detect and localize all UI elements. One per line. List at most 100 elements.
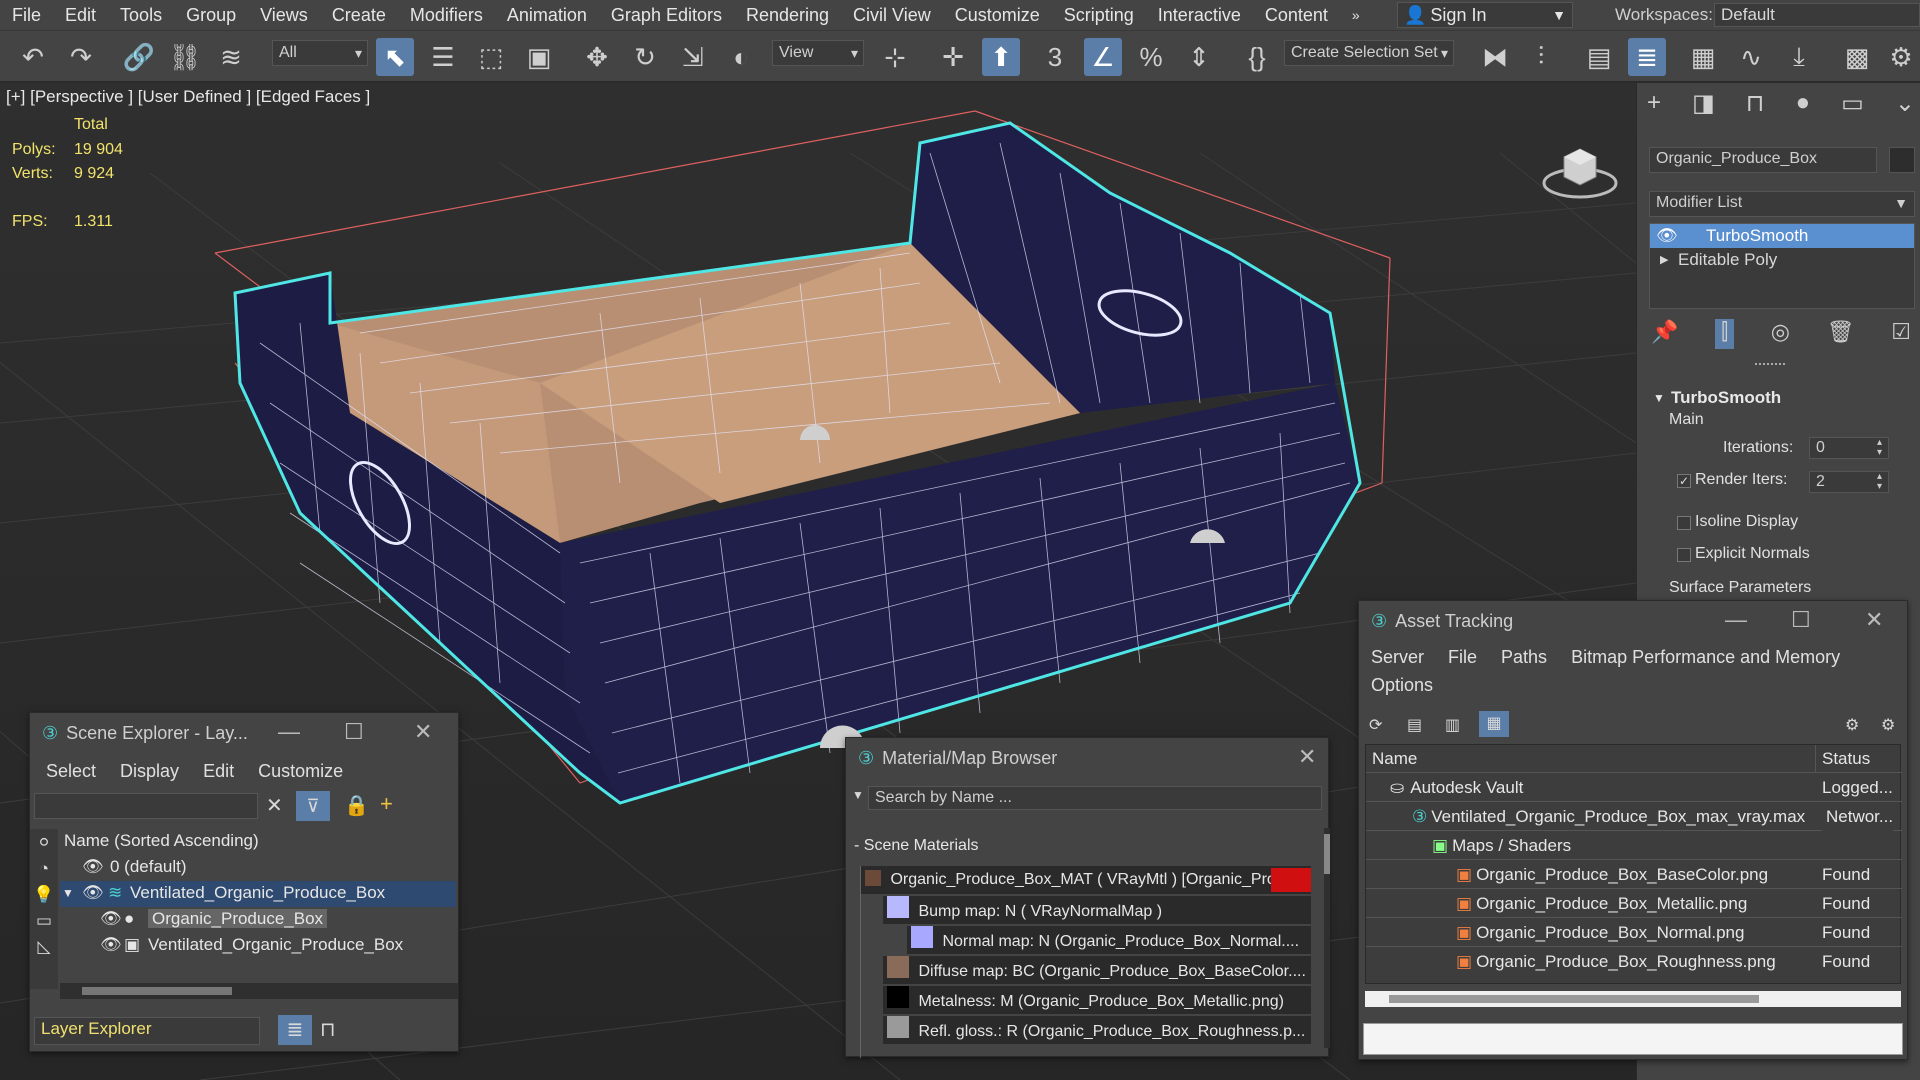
render-setup-icon[interactable]: ⚙ (1886, 38, 1916, 76)
render-iters-checkbox[interactable]: ✓ (1677, 474, 1691, 488)
display-lights-icon[interactable]: 💡 (30, 885, 58, 911)
scene-explorer-icon[interactable]: ▤ (1580, 38, 1618, 76)
filter-icon[interactable]: ⊽ (296, 791, 330, 821)
curve-editor-icon[interactable]: ∿ (1732, 38, 1770, 76)
material-browser-titlebar[interactable]: ③ Material/Map Browser ✕ (846, 738, 1328, 778)
se-column-header[interactable]: Name (Sorted Ascending) (64, 829, 259, 853)
undo-icon[interactable]: ↶ (14, 38, 52, 76)
at-menu-file[interactable]: File (1436, 643, 1489, 671)
lock-icon[interactable]: 🔒 (344, 793, 369, 818)
edit-named-sets-icon[interactable]: {} (1238, 38, 1276, 76)
minimize-icon[interactable]: — (1725, 601, 1747, 639)
menu-graph-editors[interactable]: Graph Editors (599, 0, 734, 30)
column-name-header[interactable]: Name (1366, 745, 1816, 773)
display-shapes-icon[interactable]: ◔ (30, 859, 58, 885)
hierarchy-tab-icon[interactable]: ⊓ (1746, 89, 1765, 125)
vault-connect-icon[interactable]: ⚙ (1845, 715, 1859, 735)
display-helpers-icon[interactable]: ◺ (30, 937, 58, 963)
rotate-icon[interactable]: ↻ (626, 38, 664, 76)
explorer-type-dropdown[interactable]: Layer Explorer (34, 1017, 260, 1045)
mirror-icon[interactable]: ⧓ (1476, 38, 1514, 76)
unlink-icon[interactable]: ⛓ (166, 38, 204, 76)
move-icon[interactable]: ✥ (578, 38, 616, 76)
se-horizontal-scrollbar[interactable] (60, 983, 458, 999)
material-editor-icon[interactable]: ▩ (1838, 38, 1876, 76)
configure-sets-icon[interactable]: ☑ (1891, 319, 1911, 349)
menu-animation[interactable]: Animation (495, 0, 599, 30)
vault-settings-icon[interactable]: ⚙ (1881, 715, 1895, 735)
minimize-icon[interactable]: — (278, 713, 300, 751)
menu-rendering[interactable]: Rendering (734, 0, 841, 30)
close-icon[interactable]: ✕ (1298, 738, 1316, 776)
table-row[interactable]: ▣ Organic_Produce_Box_BaseColor.png Found (1366, 860, 1902, 889)
scene-explorer-titlebar[interactable]: ③ Scene Explorer - Lay... — ☐ ✕ (30, 713, 458, 753)
selection-filter-dropdown[interactable]: All (272, 40, 368, 66)
se-menu-select[interactable]: Select (34, 757, 108, 785)
se-search-input[interactable] (34, 793, 258, 819)
maximize-icon[interactable]: ☐ (1791, 601, 1811, 639)
table-row[interactable]: ⛀ Autodesk Vault Logged... (1366, 773, 1902, 802)
material-search-input[interactable]: Search by Name ... (868, 786, 1322, 810)
layer-toggle-icon[interactable]: ≣ (278, 1015, 312, 1045)
table-row[interactable]: ③ Ventilated_Organic_Produce_Box_max_vray… (1366, 802, 1902, 831)
menu-group[interactable]: Group (174, 0, 248, 30)
utilities-tab-icon[interactable]: ⌄ (1895, 89, 1915, 125)
scene-materials-section[interactable]: - Scene Materials (854, 834, 979, 858)
menu-tools[interactable]: Tools (108, 0, 174, 30)
at-menu-paths[interactable]: Paths (1489, 643, 1559, 671)
close-icon[interactable]: ✕ (414, 713, 432, 751)
eye-icon[interactable]: 👁 (82, 855, 104, 879)
schematic-icon[interactable]: ⤓ (1780, 38, 1818, 76)
tree-view-icon[interactable]: ▥ (1445, 715, 1460, 735)
bind-spacewarp-icon[interactable]: ≋ (212, 38, 250, 76)
at-menu-server[interactable]: Server (1359, 643, 1436, 671)
collapse-arrow-icon[interactable]: ▼ (852, 788, 864, 802)
asset-path-field[interactable] (1363, 1023, 1903, 1055)
list-item[interactable]: Bump map: N ( VRayNormalMap ) (883, 896, 1311, 924)
display-cameras-icon[interactable]: ▭ (30, 911, 58, 937)
show-end-result-icon[interactable]: ⫿ (1715, 319, 1735, 349)
table-row[interactable]: ▣ Organic_Produce_Box_Roughness.png Found (1366, 947, 1902, 976)
list-item[interactable]: 👁 ▣ Ventilated_Organic_Produce_Box (60, 933, 456, 959)
table-view-icon[interactable]: ▦ (1479, 711, 1509, 737)
column-status-header[interactable]: Status (1816, 745, 1902, 773)
menu-customize[interactable]: Customize (943, 0, 1052, 30)
menu-create[interactable]: Create (320, 0, 398, 30)
redo-icon[interactable]: ↷ (62, 38, 100, 76)
display-tab-icon[interactable]: ▭ (1841, 89, 1864, 125)
object-name-field[interactable]: Organic_Produce_Box (1649, 147, 1877, 173)
list-item[interactable]: Normal map: N (Organic_Produce_Box_Norma… (907, 926, 1311, 954)
eye-icon[interactable]: 👁 (100, 933, 122, 957)
list-view-icon[interactable]: ▤ (1407, 715, 1422, 735)
asset-horizontal-scrollbar[interactable] (1365, 991, 1901, 1007)
pivot-icon[interactable]: ⊹ (876, 38, 914, 76)
at-menu-options[interactable]: Options (1359, 671, 1445, 699)
asset-tracking-titlebar[interactable]: ③ Asset Tracking — ☐ ✕ (1359, 601, 1907, 641)
viewport-label[interactable]: [+] [Perspective ] [User Defined ] [Edge… (6, 87, 370, 107)
select-icon[interactable]: ⬉ (376, 38, 414, 76)
stack-item-turbosmooth[interactable]: 👁 TurboSmooth (1650, 224, 1914, 248)
hierarchy-toggle-icon[interactable]: ⊓ (320, 1017, 336, 1042)
motion-tab-icon[interactable]: ● (1796, 89, 1811, 125)
table-row[interactable]: ▣ Maps / Shaders (1366, 831, 1902, 860)
create-tab-icon[interactable]: + (1647, 89, 1661, 125)
menu-modifiers[interactable]: Modifiers (398, 0, 495, 30)
sign-in-button[interactable]: 👤 Sign In ▼ (1397, 2, 1573, 28)
reference-coord-dropdown[interactable]: View (772, 40, 864, 66)
menu-interactive[interactable]: Interactive (1146, 0, 1253, 30)
eye-icon[interactable]: 👁 (100, 907, 122, 931)
workspace-select[interactable]: Default (1714, 3, 1920, 27)
stack-item-editable-poly[interactable]: ▶ Editable Poly (1650, 248, 1914, 272)
remove-modifier-icon[interactable]: 🗑 (1827, 319, 1855, 349)
se-menu-customize[interactable]: Customize (246, 757, 355, 785)
select-by-name-icon[interactable]: ☰ (424, 38, 462, 76)
scale-icon[interactable]: ⇲ (674, 38, 712, 76)
close-icon[interactable]: ✕ (1865, 601, 1883, 639)
list-item[interactable]: 👁 0 (default) (60, 855, 456, 881)
list-item[interactable]: Organic_Produce_Box_MAT ( VRayMtl ) [Org… (861, 866, 1311, 894)
object-color-swatch[interactable] (1889, 147, 1915, 173)
list-item[interactable]: Metalness: M (Organic_Produce_Box_Metall… (883, 986, 1311, 1014)
material-scrollbar[interactable] (1324, 828, 1330, 1048)
menu-edit[interactable]: Edit (53, 0, 108, 30)
table-row[interactable]: ▣ Organic_Produce_Box_Normal.png Found (1366, 918, 1902, 947)
